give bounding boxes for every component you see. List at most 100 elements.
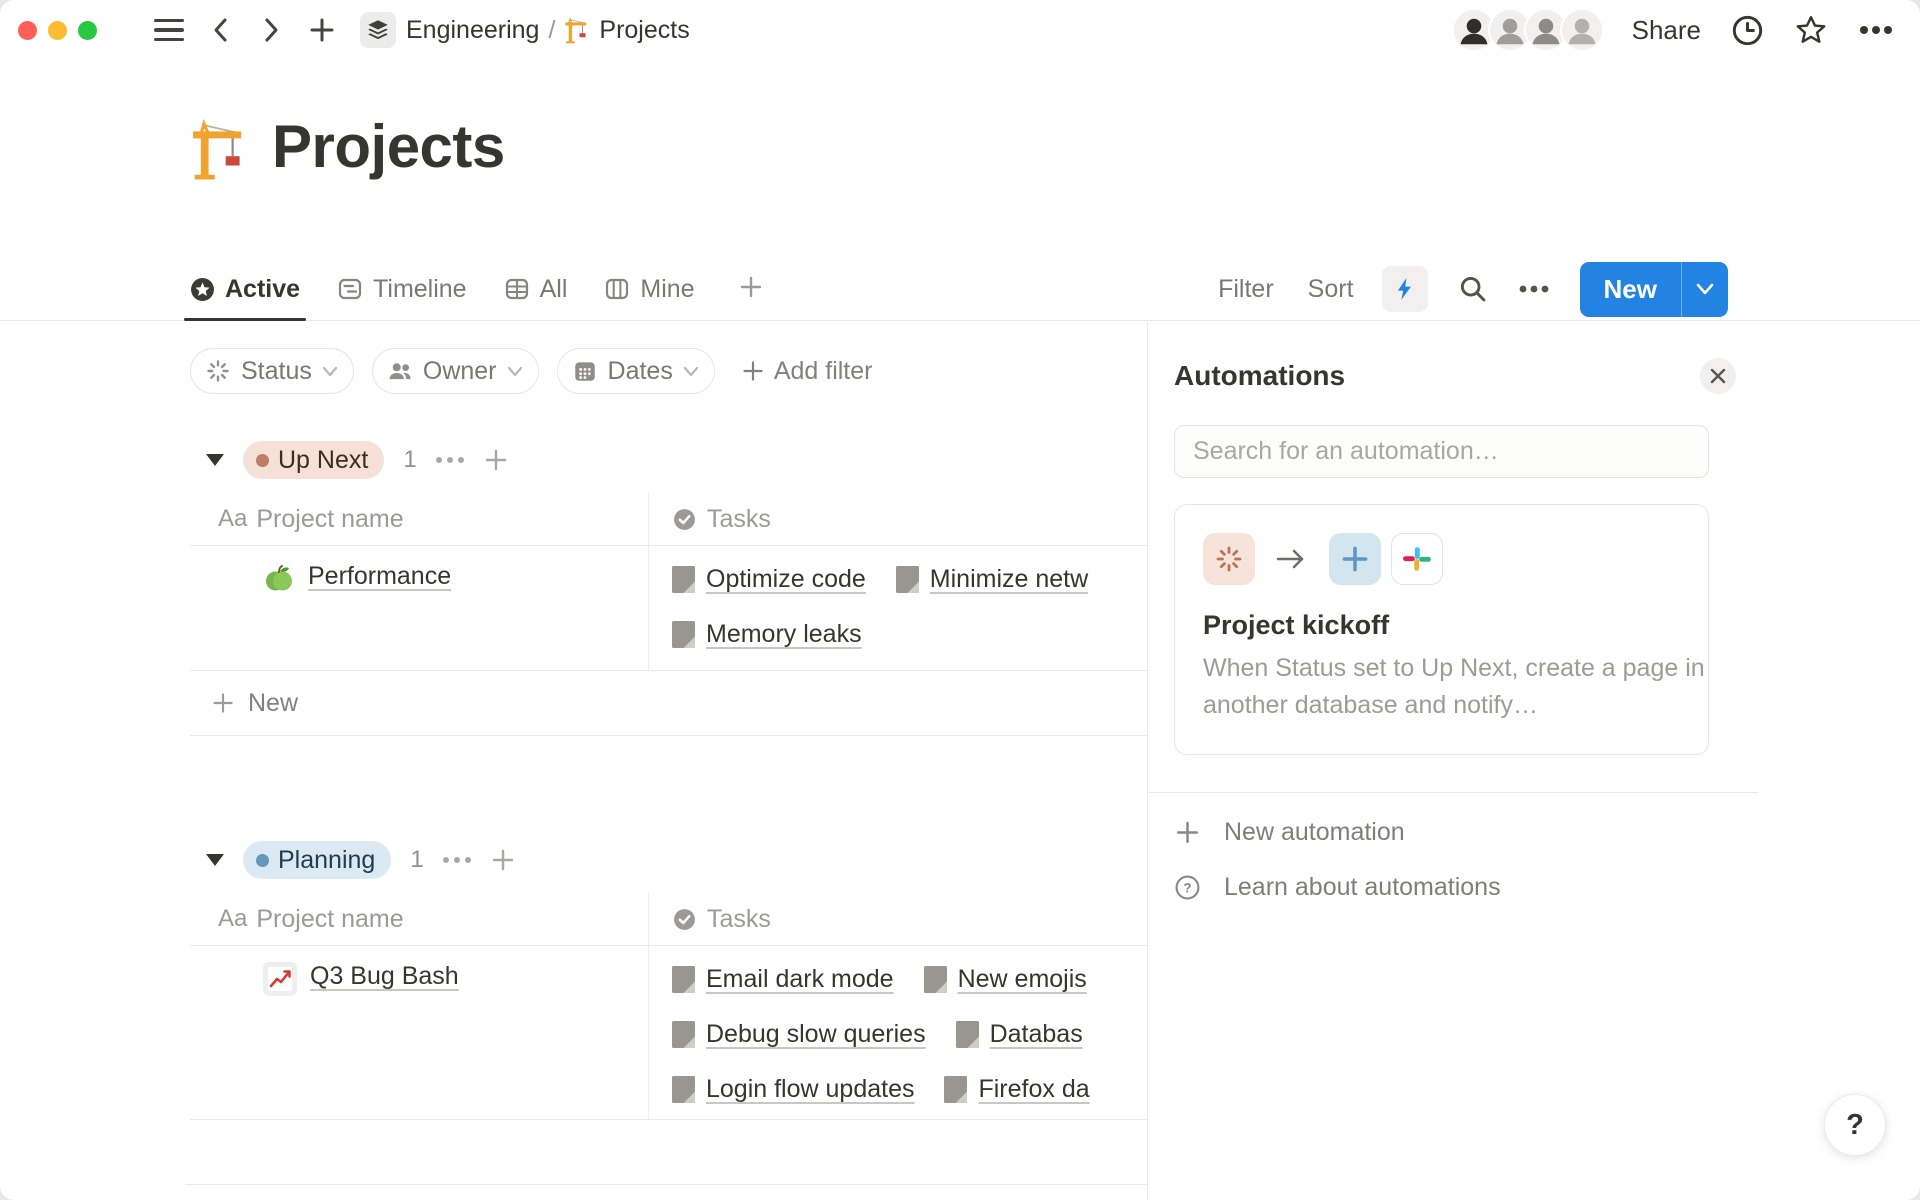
sort-button[interactable]: Sort	[1308, 275, 1354, 304]
table-row: Performance Optimize code Minimize netw	[190, 545, 1147, 671]
group-add-button[interactable]	[483, 447, 509, 473]
slack-icon	[1402, 544, 1432, 574]
column-header-tasks[interactable]: Tasks	[648, 493, 1147, 545]
automation-search-input[interactable]	[1174, 425, 1709, 478]
collapse-triangle-icon[interactable]	[206, 854, 224, 866]
crane-page-icon[interactable]	[190, 119, 252, 181]
breadcrumb-space[interactable]: Engineering	[406, 16, 539, 45]
view-options-button[interactable]	[1518, 284, 1550, 294]
share-button[interactable]: Share	[1632, 15, 1701, 46]
new-automation-button[interactable]: New automation	[1174, 818, 1709, 847]
task-link[interactable]: Login flow updates	[672, 1075, 914, 1104]
breadcrumb-separator: /	[548, 16, 555, 45]
table-icon	[504, 276, 530, 302]
add-row-button[interactable]: New	[190, 671, 1147, 736]
add-view-button[interactable]	[738, 274, 764, 305]
favorite-button[interactable]	[1794, 13, 1828, 47]
close-panel-button[interactable]	[1700, 358, 1736, 394]
people-icon	[387, 358, 413, 384]
new-automation-label: New automation	[1224, 818, 1405, 847]
status-burst-icon	[1214, 544, 1244, 574]
avatar[interactable]	[1560, 8, 1604, 52]
group-planning: Planning 1 Aa Project name Tasks Q3 Bug …	[190, 840, 1147, 1120]
green-apple-icon	[263, 562, 295, 594]
filter-chip-dates[interactable]: Dates	[557, 348, 715, 394]
search-view-button[interactable]	[1458, 274, 1488, 304]
group-options-button[interactable]	[436, 457, 464, 463]
svg-text:?: ?	[1183, 881, 1191, 896]
teamspace-icon[interactable]	[360, 12, 396, 48]
new-page-button[interactable]	[308, 16, 336, 44]
tab-active[interactable]: Active	[190, 258, 300, 320]
task-link[interactable]: Optimize code	[672, 565, 866, 594]
new-record-label[interactable]: New	[1580, 262, 1681, 317]
chevron-down-icon	[507, 366, 523, 377]
ellipsis-icon	[1858, 24, 1894, 36]
project-name-cell[interactable]: Performance	[190, 546, 648, 670]
column-label: Project name	[256, 905, 403, 934]
chevron-left-icon	[208, 15, 234, 45]
task-link[interactable]: Memory leaks	[672, 620, 862, 649]
plus-icon	[741, 359, 765, 383]
project-link[interactable]: Q3 Bug Bash	[310, 962, 459, 991]
automation-card[interactable]: Project kickoff When Status set to Up Ne…	[1174, 504, 1709, 755]
automations-button[interactable]	[1382, 266, 1428, 312]
learn-automations-link[interactable]: ? Learn about automations	[1174, 873, 1709, 902]
task-link[interactable]: Email dark mode	[672, 965, 894, 994]
minimize-window-button[interactable]	[48, 21, 67, 40]
group-add-button[interactable]	[490, 847, 516, 873]
filter-button[interactable]: Filter	[1218, 275, 1274, 304]
breadcrumb-page[interactable]: Projects	[564, 16, 689, 45]
close-window-button[interactable]	[18, 21, 37, 40]
group-badge-planning[interactable]: Planning	[243, 841, 391, 879]
table-header: Aa Project name Tasks	[190, 493, 1147, 545]
task-link[interactable]: Minimize netw	[896, 565, 1088, 594]
task-link[interactable]: New emojis	[924, 965, 1087, 994]
more-options-button[interactable]	[1858, 24, 1894, 36]
plus-icon	[490, 847, 516, 873]
view-tabs-row: Active Timeline All Mine Filter Sort	[0, 258, 1920, 321]
add-filter-button[interactable]: Add filter	[741, 357, 873, 386]
task-link[interactable]: Firefox da	[944, 1075, 1089, 1104]
chevron-right-icon	[258, 15, 284, 45]
tab-timeline[interactable]: Timeline	[337, 258, 467, 320]
page-icon	[672, 621, 695, 648]
chevron-down-icon	[683, 366, 699, 377]
zoom-window-button[interactable]	[78, 21, 97, 40]
sidebar-toggle-icon[interactable]	[154, 19, 184, 41]
page-icon	[944, 1076, 967, 1103]
collapse-triangle-icon[interactable]	[206, 454, 224, 466]
group-badge-up-next[interactable]: Up Next	[243, 441, 384, 479]
task-link[interactable]: Databas	[956, 1020, 1083, 1049]
tab-mine[interactable]: Mine	[604, 258, 694, 320]
plus-icon	[1340, 544, 1370, 574]
new-record-dropdown[interactable]	[1681, 262, 1728, 317]
forward-button[interactable]	[258, 15, 284, 45]
group-options-button[interactable]	[443, 857, 471, 863]
page-title[interactable]: Projects	[272, 112, 505, 181]
new-record-button[interactable]: New	[1580, 262, 1728, 317]
tab-all[interactable]: All	[504, 258, 568, 320]
column-header-tasks[interactable]: Tasks	[648, 893, 1147, 945]
page-icon	[956, 1021, 979, 1048]
project-name-cell[interactable]: Q3 Bug Bash	[190, 946, 648, 1119]
text-type-icon: Aa	[218, 905, 247, 933]
slack-action-icon	[1391, 533, 1443, 585]
updates-button[interactable]	[1731, 14, 1764, 47]
help-button[interactable]: ?	[1824, 1094, 1886, 1156]
star-circle-icon	[190, 277, 215, 302]
task-link[interactable]: Debug slow queries	[672, 1020, 926, 1049]
board-icon	[604, 276, 630, 302]
tab-label: Active	[225, 275, 300, 304]
group-count: 1	[410, 846, 423, 874]
table-row: Q3 Bug Bash Email dark mode New emojis	[190, 945, 1147, 1120]
filter-chip-owner[interactable]: Owner	[372, 348, 539, 394]
filter-chip-status[interactable]: Status	[190, 348, 354, 394]
back-button[interactable]	[208, 15, 234, 45]
column-header-project-name[interactable]: Aa Project name	[190, 893, 648, 945]
project-link[interactable]: Performance	[308, 562, 451, 591]
status-trigger-icon	[1203, 533, 1255, 585]
topbar-actions: Share	[1452, 8, 1894, 52]
group-count: 1	[403, 446, 416, 474]
column-header-project-name[interactable]: Aa Project name	[190, 493, 648, 545]
